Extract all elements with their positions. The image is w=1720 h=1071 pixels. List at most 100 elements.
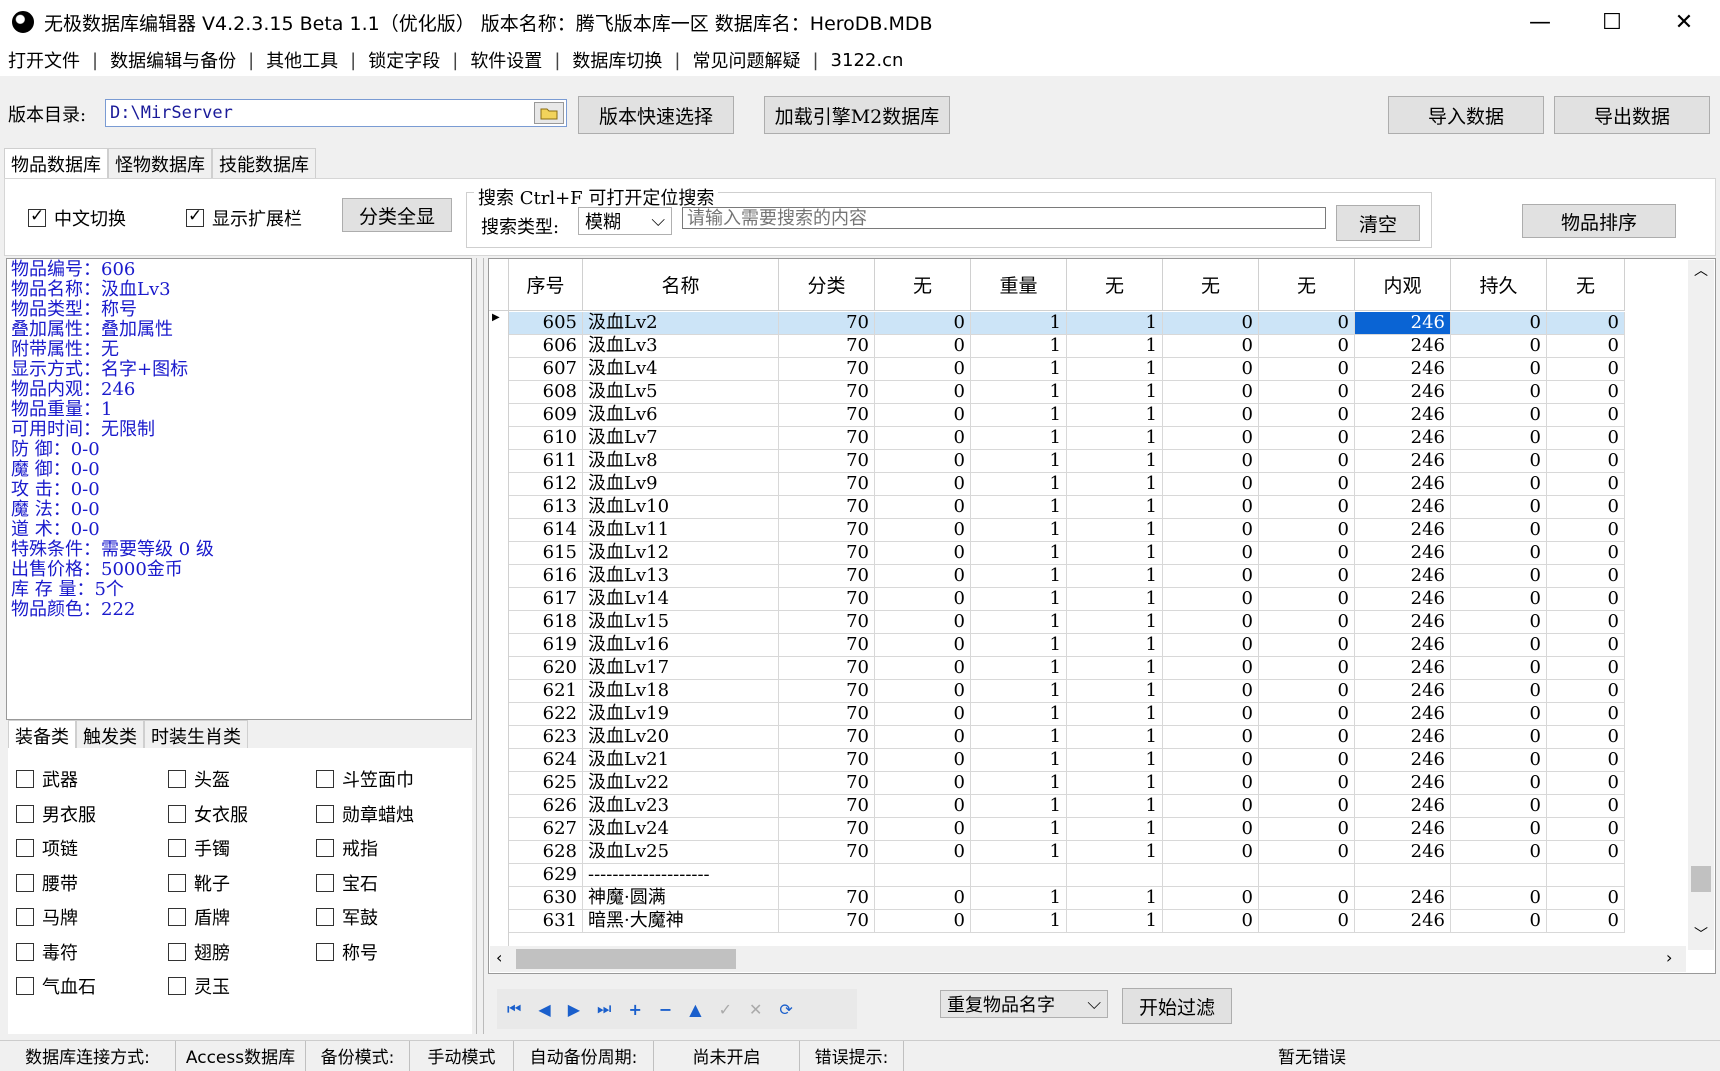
category-checkbox[interactable]: 军鼓 xyxy=(316,904,378,930)
browse-folder-button[interactable] xyxy=(534,102,564,124)
table-cell[interactable]: 1 xyxy=(971,427,1067,450)
table-cell[interactable]: 0 xyxy=(875,611,971,634)
show-ext-checkbox[interactable]: 显示扩展栏 xyxy=(186,205,302,231)
table-cell[interactable]: 0 xyxy=(1547,611,1625,634)
table-cell[interactable]: 246 xyxy=(1355,473,1451,496)
table-cell[interactable]: 0 xyxy=(875,634,971,657)
table-cell[interactable]: 1 xyxy=(1067,611,1163,634)
table-cell[interactable]: 619 xyxy=(509,634,583,657)
category-checkbox[interactable]: 男衣服 xyxy=(16,801,96,827)
table-cell[interactable]: 0 xyxy=(875,657,971,680)
table-cell[interactable]: 0 xyxy=(1259,358,1355,381)
category-checkbox[interactable]: 斗笠面巾 xyxy=(316,766,414,792)
table-cell[interactable]: 汲血Lv24 xyxy=(583,818,779,841)
table-cell[interactable]: 0 xyxy=(1547,496,1625,519)
last-record-icon[interactable]: ⏭ xyxy=(597,999,611,1019)
table-cell[interactable]: 612 xyxy=(509,473,583,496)
category-checkbox[interactable]: 腰带 xyxy=(16,870,78,896)
table-cell[interactable]: 0 xyxy=(875,404,971,427)
table-cell[interactable]: 621 xyxy=(509,680,583,703)
category-checkbox[interactable]: 头盔 xyxy=(168,766,230,792)
table-cell[interactable]: 0 xyxy=(1547,335,1625,358)
table-cell[interactable]: 0 xyxy=(875,450,971,473)
table-cell[interactable]: 623 xyxy=(509,726,583,749)
table-cell[interactable]: 610 xyxy=(509,427,583,450)
table-cell[interactable]: 0 xyxy=(1259,611,1355,634)
import-data-button[interactable]: 导入数据 xyxy=(1388,96,1544,134)
table-cell[interactable]: 0 xyxy=(1547,887,1625,910)
table-cell[interactable]: 0 xyxy=(1547,381,1625,404)
table-cell[interactable]: 0 xyxy=(1259,542,1355,565)
table-cell[interactable]: 1 xyxy=(1067,634,1163,657)
next-record-icon[interactable]: ▶ xyxy=(568,1000,580,1019)
table-cell[interactable]: 0 xyxy=(1451,680,1547,703)
table-cell[interactable]: 0 xyxy=(1259,657,1355,680)
table-cell[interactable]: 246 xyxy=(1355,611,1451,634)
search-input[interactable] xyxy=(682,207,1326,229)
table-cell[interactable]: 0 xyxy=(1163,749,1259,772)
table-cell[interactable]: 0 xyxy=(875,358,971,381)
table-cell[interactable]: 1 xyxy=(1067,680,1163,703)
table-cell[interactable]: 暗黑·大魔神 xyxy=(583,910,779,933)
table-cell[interactable]: 628 xyxy=(509,841,583,864)
table-cell[interactable]: 1 xyxy=(971,795,1067,818)
table-cell[interactable]: 0 xyxy=(1451,818,1547,841)
table-cell[interactable]: 1 xyxy=(971,312,1067,335)
column-header[interactable]: 序号 xyxy=(509,259,583,311)
table-cell[interactable]: 1 xyxy=(1067,381,1163,404)
category-checkbox[interactable]: 称号 xyxy=(316,939,378,965)
table-cell[interactable]: 614 xyxy=(509,519,583,542)
table-cell[interactable]: 622 xyxy=(509,703,583,726)
table-cell[interactable]: 0 xyxy=(875,565,971,588)
table-cell[interactable] xyxy=(1451,864,1547,887)
table-cell[interactable]: 0 xyxy=(1163,841,1259,864)
table-cell[interactable]: 0 xyxy=(1259,565,1355,588)
table-cell[interactable]: 汲血Lv16 xyxy=(583,634,779,657)
column-header[interactable]: 无 xyxy=(1067,259,1163,311)
table-cell[interactable]: 0 xyxy=(1163,335,1259,358)
table-cell[interactable]: 70 xyxy=(779,703,875,726)
table-cell[interactable]: 70 xyxy=(779,473,875,496)
table-cell[interactable]: 246 xyxy=(1355,404,1451,427)
category-checkbox[interactable]: 翅膀 xyxy=(168,939,230,965)
table-cell[interactable]: 0 xyxy=(1163,404,1259,427)
refresh-icon[interactable]: ⟳ xyxy=(779,1000,792,1019)
table-cell[interactable]: 汲血Lv15 xyxy=(583,611,779,634)
table-cell[interactable]: 0 xyxy=(1163,634,1259,657)
table-cell[interactable]: 0 xyxy=(875,703,971,726)
table-cell[interactable]: 70 xyxy=(779,680,875,703)
scroll-up-icon[interactable]: ︿ xyxy=(1688,260,1714,280)
table-cell[interactable]: 0 xyxy=(1547,657,1625,680)
table-cell[interactable]: 1 xyxy=(971,542,1067,565)
table-cell[interactable]: 611 xyxy=(509,450,583,473)
table-cell[interactable]: 70 xyxy=(779,841,875,864)
table-cell[interactable]: 1 xyxy=(1067,657,1163,680)
category-checkbox[interactable]: 戒指 xyxy=(316,835,378,861)
table-cell[interactable]: 1 xyxy=(1067,542,1163,565)
table-cell[interactable]: 613 xyxy=(509,496,583,519)
table-cell[interactable]: 0 xyxy=(1259,841,1355,864)
table-cell[interactable]: 246 xyxy=(1355,841,1451,864)
table-cell[interactable]: 70 xyxy=(779,588,875,611)
table-cell[interactable]: 1 xyxy=(1067,749,1163,772)
table-cell[interactable]: 1 xyxy=(971,726,1067,749)
table-cell[interactable]: 246 xyxy=(1355,818,1451,841)
menu-edit-backup[interactable]: 数据编辑与备份 xyxy=(110,47,236,73)
table-cell[interactable]: 0 xyxy=(1547,427,1625,450)
table-cell[interactable]: 1 xyxy=(1067,588,1163,611)
table-cell[interactable]: 0 xyxy=(1163,542,1259,565)
category-checkbox[interactable]: 灵玉 xyxy=(168,973,230,999)
table-cell[interactable]: 0 xyxy=(1451,381,1547,404)
export-data-button[interactable]: 导出数据 xyxy=(1554,96,1710,134)
table-cell[interactable]: 1 xyxy=(1067,887,1163,910)
column-header[interactable]: 无 xyxy=(1259,259,1355,311)
table-cell[interactable]: 70 xyxy=(779,381,875,404)
table-cell[interactable]: 0 xyxy=(1451,496,1547,519)
table-row[interactable]: 631 暗黑·大魔神 70 0 1 1 0 0 246 0 0 xyxy=(509,910,1625,933)
table-cell[interactable]: 汲血Lv7 xyxy=(583,427,779,450)
table-cell[interactable]: 0 xyxy=(1547,519,1625,542)
table-cell[interactable]: 1 xyxy=(971,450,1067,473)
table-cell[interactable]: 0 xyxy=(1163,496,1259,519)
table-cell[interactable]: 246 xyxy=(1355,565,1451,588)
table-cell[interactable]: 0 xyxy=(1259,887,1355,910)
